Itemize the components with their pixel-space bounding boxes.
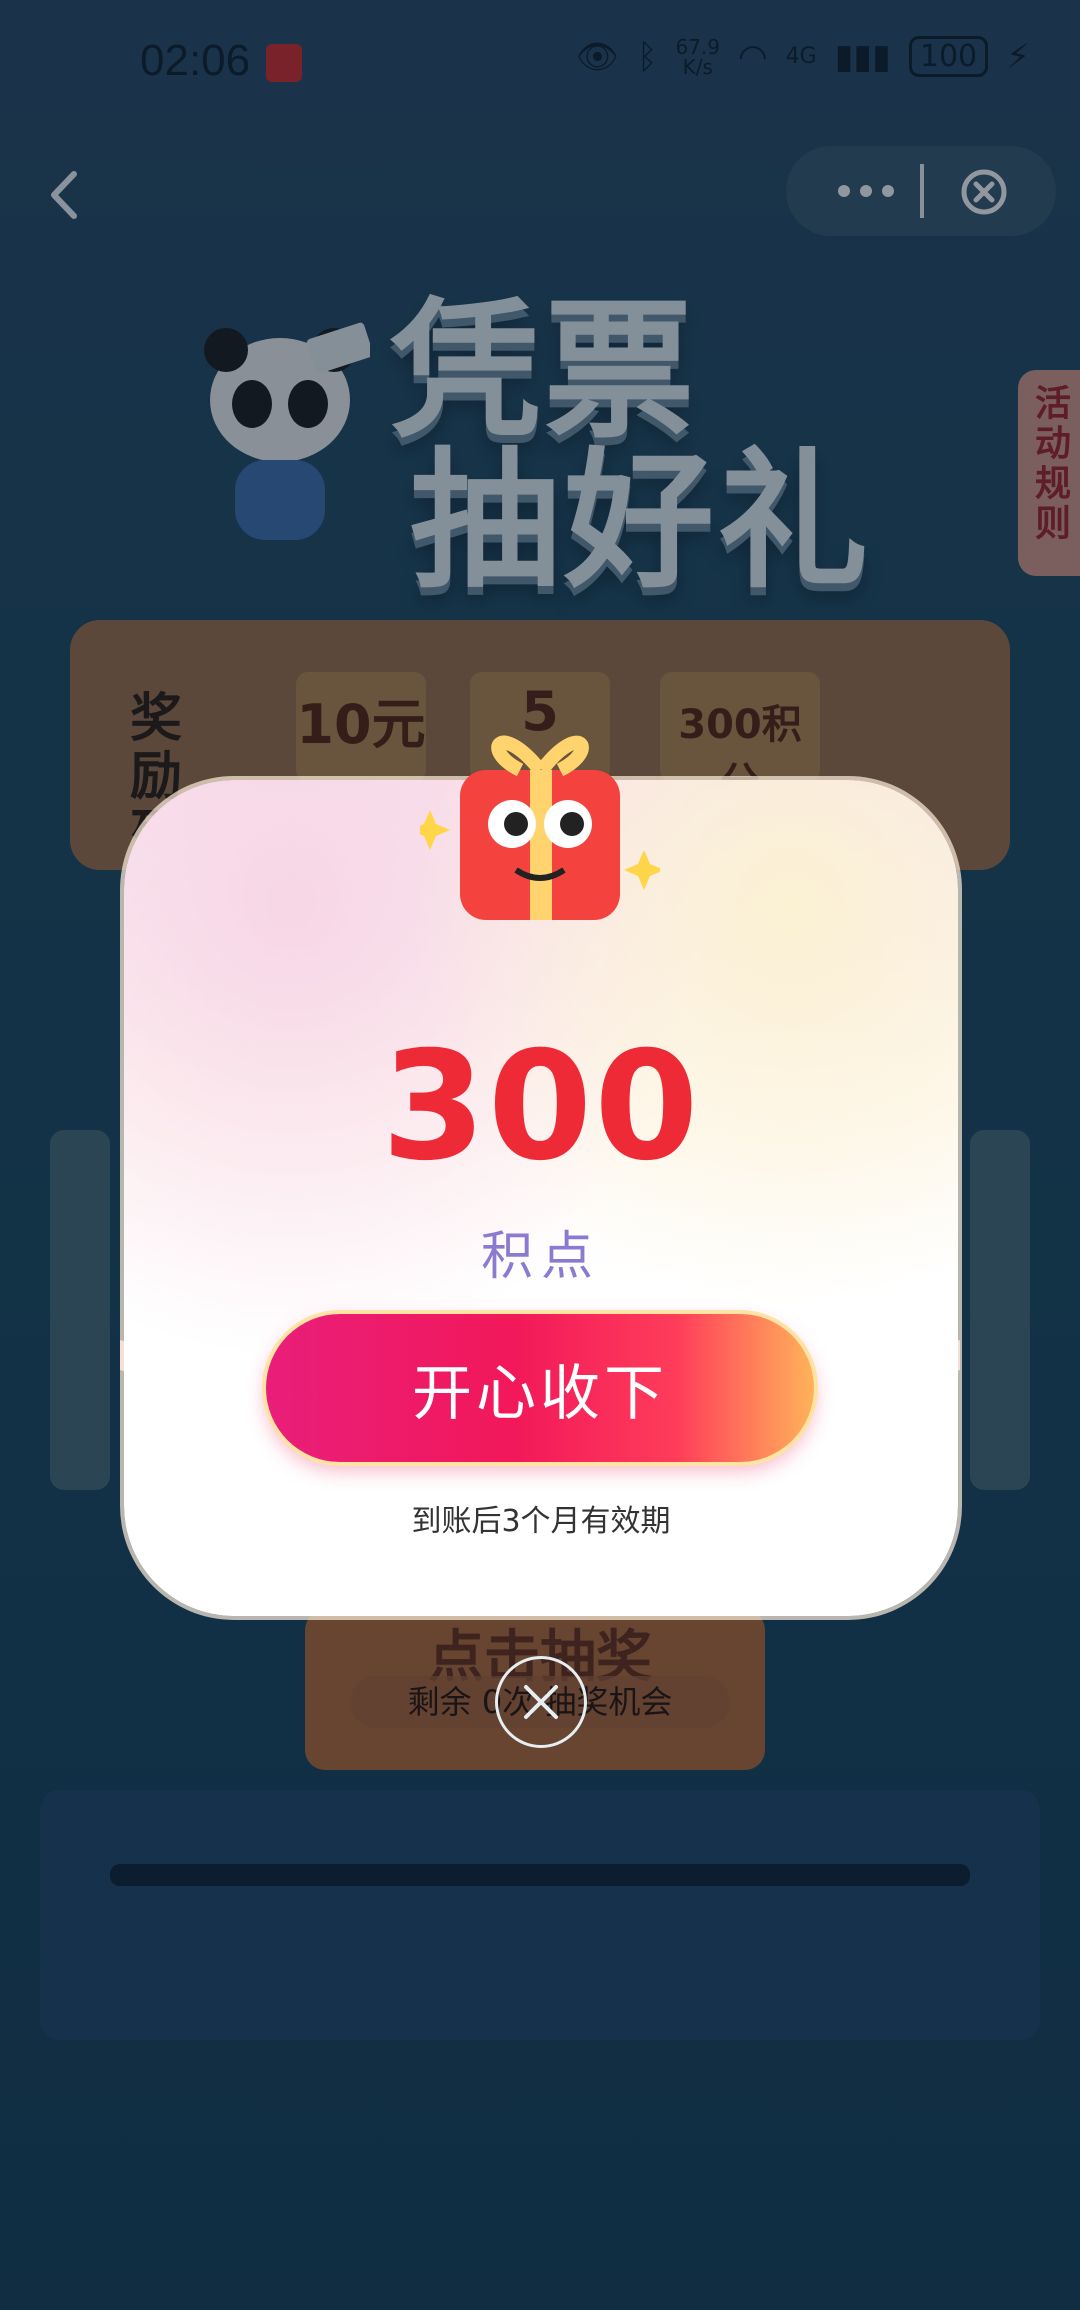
gift-mascot-image [410, 700, 664, 940]
prize-unit: 积点 [480, 1227, 601, 1287]
close-icon [524, 1685, 558, 1719]
prize-amount: 300 [381, 1020, 701, 1194]
validity-note: 到账后3个月有效期 [411, 1504, 671, 1539]
accept-prize-button[interactable]: 开心收下 [266, 1314, 814, 1462]
accept-prize-label: 开心收下 [412, 1358, 668, 1429]
modal-close-button[interactable] [495, 1656, 587, 1748]
